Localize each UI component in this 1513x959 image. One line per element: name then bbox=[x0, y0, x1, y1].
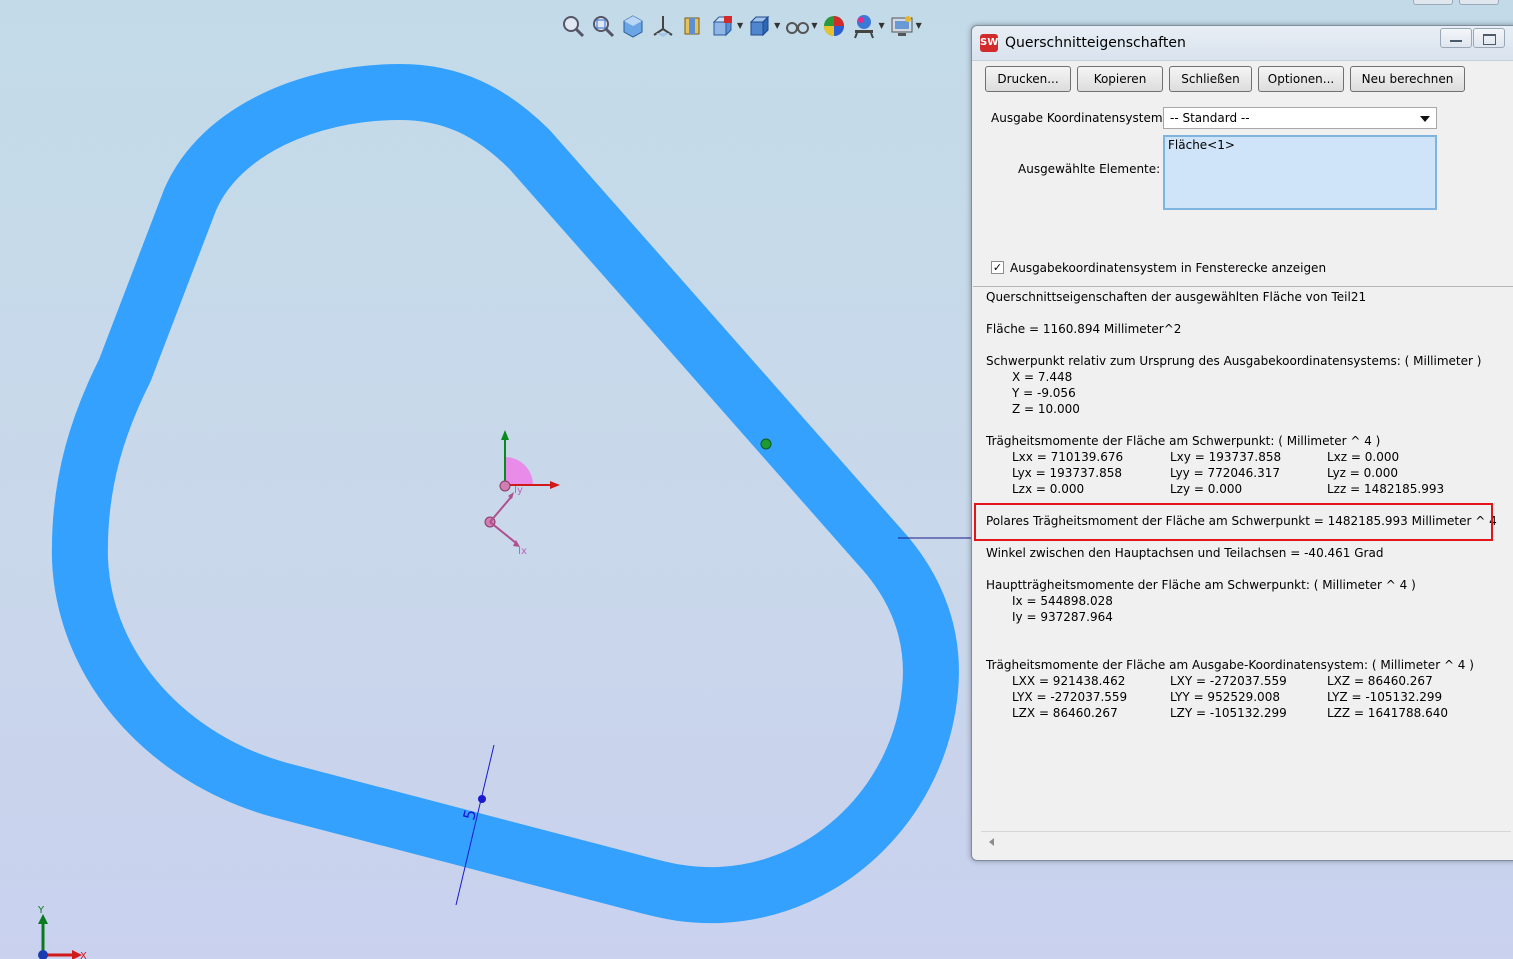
horizontal-scrollbar[interactable] bbox=[981, 831, 1511, 854]
moment-out-lyy: LYY = 952529.008 bbox=[1170, 690, 1280, 704]
dialog-title: Querschnitteigenschaften bbox=[1005, 35, 1186, 51]
dimension-point[interactable] bbox=[478, 795, 486, 803]
principal-heading: Hauptträgheitsmomente der Fläche am Schw… bbox=[986, 578, 1416, 592]
moment-out-lxx: LXX = 921438.462 bbox=[1012, 674, 1126, 688]
list-item[interactable]: Fläche<1> bbox=[1168, 138, 1432, 152]
coord-system-value: -- Standard -- bbox=[1170, 111, 1250, 125]
selected-elements-label: Ausgewählte Elemente: bbox=[1018, 162, 1161, 176]
chevron-down-icon bbox=[1420, 116, 1430, 122]
dialog-titlebar[interactable]: SW Querschnitteigenschaften bbox=[972, 26, 1513, 61]
centroid-z: Z = 10.000 bbox=[1012, 402, 1080, 416]
moments-centroid-heading: Trägheitsmomente der Fläche am Schwerpun… bbox=[986, 434, 1381, 448]
moment-lxx: Lxx = 710139.676 bbox=[1012, 450, 1124, 464]
print-button[interactable]: Drucken... bbox=[985, 66, 1071, 92]
standard-views-icon[interactable] bbox=[650, 12, 676, 40]
origin-triad: Y X bbox=[37, 905, 87, 959]
triad-x-label: X bbox=[80, 951, 87, 959]
moment-lyz: Lyz = 0.000 bbox=[1327, 466, 1399, 480]
heads-up-toolbar: ▼ ▼ ▼ ▼ ▼ bbox=[560, 10, 922, 42]
hide-show-icon[interactable]: ▼ bbox=[747, 12, 780, 40]
centroid-iy-label: Iy bbox=[514, 485, 523, 496]
principal-iy: Iy = 937287.964 bbox=[1012, 610, 1113, 624]
show-coords-label: Ausgabekoordinatensystem in Fensterecke … bbox=[1010, 261, 1327, 275]
moment-out-lzy: LZY = -105132.299 bbox=[1170, 706, 1287, 720]
polar-moment-highlight bbox=[974, 503, 1493, 541]
centroid-x: X = 7.448 bbox=[1012, 370, 1073, 384]
moments-output-heading: Trägheitsmomente der Fläche am Ausgabe-K… bbox=[986, 658, 1474, 672]
principal-ix: Ix = 544898.028 bbox=[1012, 594, 1113, 608]
moment-out-lzx: LZX = 86460.267 bbox=[1012, 706, 1118, 720]
moment-lxy: Lxy = 193737.858 bbox=[1170, 450, 1282, 464]
moment-out-lyx: LYX = -272037.559 bbox=[1012, 690, 1128, 704]
dialog-maximize-button[interactable] bbox=[1473, 28, 1505, 48]
moment-out-lzz: LZZ = 1641788.640 bbox=[1327, 706, 1448, 720]
moment-lxz: Lxz = 0.000 bbox=[1327, 450, 1400, 464]
moment-lzz: Lzz = 1482185.993 bbox=[1327, 482, 1445, 496]
main-window-controls bbox=[1413, 0, 1499, 5]
section-properties-dialog: SW Querschnitteigenschaften Drucken... K… bbox=[971, 25, 1513, 861]
moment-lzy: Lzy = 0.000 bbox=[1170, 482, 1243, 496]
principal-angle-value: Winkel zwischen den Hauptachsen und Teil… bbox=[986, 546, 1384, 560]
display-style-icon[interactable]: ▼ bbox=[710, 12, 743, 40]
close-button[interactable]: Schließen bbox=[1169, 66, 1252, 92]
centroid-heading: Schwerpunkt relativ zum Ursprung des Aus… bbox=[986, 354, 1482, 368]
options-button[interactable]: Optionen... bbox=[1258, 66, 1344, 92]
main-close-button[interactable] bbox=[1459, 0, 1499, 5]
area-value: Fläche = 1160.894 Millimeter^2 bbox=[986, 322, 1182, 336]
moment-out-lxy: LXY = -272037.559 bbox=[1170, 674, 1287, 688]
cross-section-profile[interactable] bbox=[51, 64, 959, 924]
copy-button[interactable]: Kopieren bbox=[1077, 66, 1163, 92]
appearance-icon[interactable] bbox=[821, 12, 847, 40]
zoom-area-icon[interactable] bbox=[590, 12, 616, 40]
moment-out-lyz: LYZ = -105132.299 bbox=[1327, 690, 1443, 704]
moment-out-lxz: LXZ = 86460.267 bbox=[1327, 674, 1433, 688]
dialog-minimize-button[interactable] bbox=[1440, 28, 1472, 48]
moment-lyy: Lyy = 772046.317 bbox=[1170, 466, 1280, 480]
coord-system-label: Ausgabe Koordinatensystem: bbox=[991, 111, 1167, 125]
selected-elements-list[interactable]: Fläche<1> bbox=[1163, 135, 1437, 210]
view-orientation-icon[interactable] bbox=[620, 12, 646, 40]
triad-y-label: Y bbox=[37, 905, 45, 916]
show-coords-checkbox[interactable]: ✓ bbox=[991, 261, 1004, 274]
centroid-y: Y = -9.056 bbox=[1012, 386, 1076, 400]
main-minimize-button[interactable] bbox=[1413, 0, 1453, 5]
view-settings-icon[interactable]: ▼ bbox=[784, 12, 817, 40]
results-panel[interactable]: Querschnittseigenschaften der ausgewählt… bbox=[973, 286, 1513, 832]
selection-point bbox=[760, 438, 772, 450]
centroid-ix-label: Ix bbox=[518, 546, 527, 557]
scene-icon[interactable]: ▼ bbox=[851, 12, 885, 40]
moment-lzx: Lzx = 0.000 bbox=[1012, 482, 1085, 496]
display-manager-icon[interactable]: ▼ bbox=[889, 12, 922, 40]
scroll-left-icon[interactable] bbox=[989, 838, 994, 846]
moment-lyx: Lyx = 193737.858 bbox=[1012, 466, 1122, 480]
recalculate-button[interactable]: Neu berechnen bbox=[1350, 66, 1465, 92]
centroid-triad: Iy Ix bbox=[484, 430, 560, 557]
coord-system-dropdown[interactable]: -- Standard -- bbox=[1163, 107, 1437, 129]
section-view-icon[interactable] bbox=[680, 12, 706, 40]
zoom-to-fit-icon[interactable] bbox=[560, 12, 586, 40]
solidworks-app-icon: SW bbox=[980, 34, 998, 52]
results-heading: Querschnittseigenschaften der ausgewählt… bbox=[986, 290, 1367, 304]
